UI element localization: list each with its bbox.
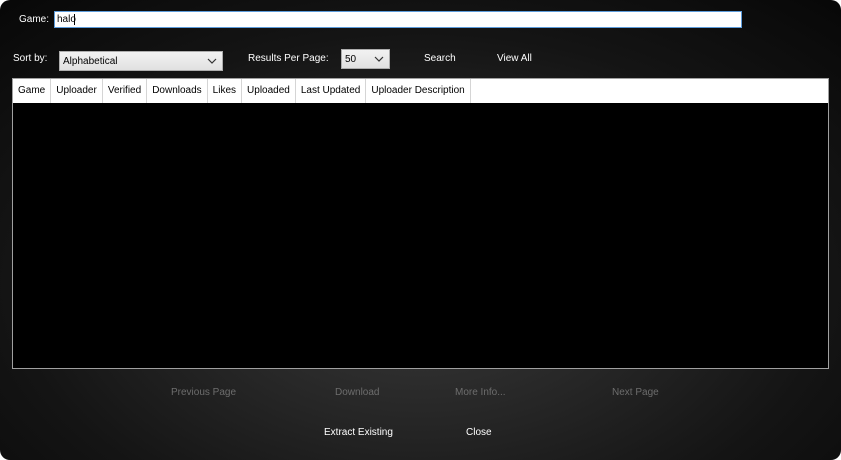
column-header[interactable]: Uploader Description	[366, 79, 471, 103]
column-header[interactable]: Uploader	[51, 79, 103, 103]
table-header: Game Uploader Verified Downloads Likes Upload…	[13, 79, 828, 103]
next-page-button[interactable]: Next Page	[612, 387, 659, 399]
extract-existing-button[interactable]: Extract Existing	[324, 427, 393, 439]
column-header[interactable]: Downloads	[147, 79, 208, 103]
sort-by-value: Alphabetical	[63, 56, 118, 67]
game-label: Game:	[19, 14, 50, 25]
more-info-button[interactable]: More Info...	[455, 387, 506, 399]
sort-label: Sort by:	[13, 53, 48, 64]
view-all-button[interactable]: View All	[497, 53, 532, 65]
column-header[interactable]: Game	[13, 79, 52, 103]
column-header[interactable]: Last Updated	[296, 79, 367, 103]
column-header[interactable]: Uploaded	[242, 79, 296, 103]
results-per-page-value: 50	[345, 54, 357, 65]
search-button[interactable]: Search	[424, 53, 456, 65]
close-button[interactable]: Close	[466, 427, 492, 439]
previous-page-button[interactable]: Previous Page	[171, 387, 236, 399]
download-button[interactable]: Download	[335, 387, 379, 399]
results-table[interactable]: Game Uploader Verified Downloads Likes Upload…	[12, 78, 829, 369]
results-per-page-label: Results Per Page:	[248, 53, 329, 64]
column-header[interactable]: Likes	[208, 79, 243, 103]
sort-by-select[interactable]: Alphabetical	[59, 51, 223, 71]
chevron-down-icon	[374, 56, 384, 62]
results-per-page-select[interactable]: 50	[341, 49, 390, 69]
text-caret	[74, 14, 75, 25]
game-search-input[interactable]	[54, 11, 742, 28]
column-header[interactable]: Verified	[103, 79, 148, 103]
chevron-down-icon	[207, 58, 217, 64]
download-dialog: Game: Sort by: Alphabetical Results Per …	[0, 0, 841, 460]
